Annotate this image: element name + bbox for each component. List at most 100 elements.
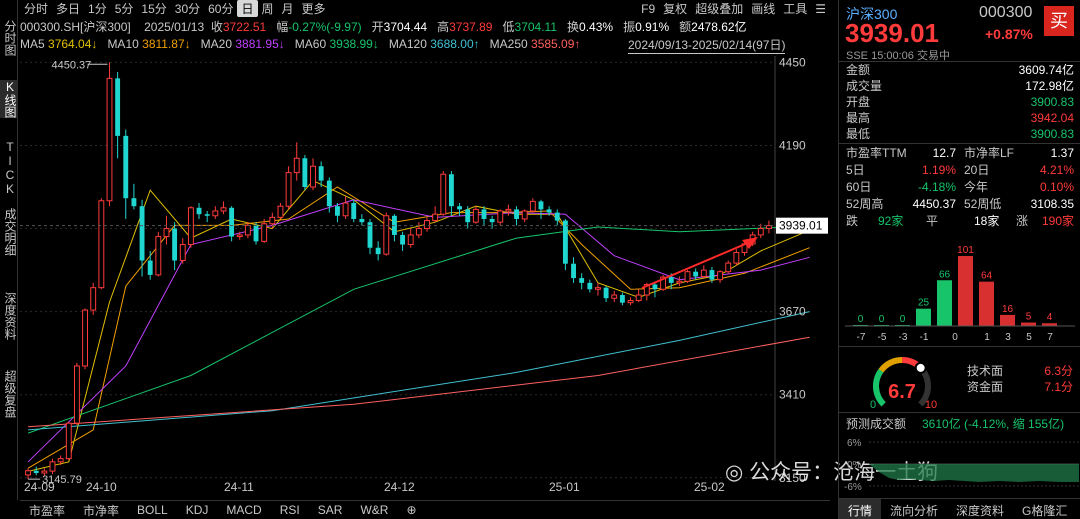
tab-kline[interactable]: K线图	[0, 80, 18, 118]
candle-body-up	[595, 287, 601, 290]
pb-label: 市净率LF	[964, 146, 1015, 160]
change-label: 幅	[276, 20, 289, 34]
tab-trade-detail[interactable]: 成交明细	[0, 208, 18, 256]
candle	[611, 290, 618, 303]
score-value: 6.7	[888, 381, 916, 403]
d60-value: -4.18%	[917, 180, 956, 194]
low-label: 低	[502, 20, 515, 34]
tab-depth-info[interactable]: 深度资料	[0, 292, 18, 340]
dist-x-label: 1	[984, 332, 990, 343]
candle	[212, 206, 219, 219]
period-timeshare[interactable]: 分时	[20, 0, 52, 17]
tab-macd[interactable]: MACD	[217, 503, 270, 517]
candle-body-down	[318, 166, 324, 181]
score-min: 0	[870, 399, 876, 411]
tab-wr[interactable]: W&R	[351, 503, 397, 517]
f9-button[interactable]: F9	[637, 2, 659, 16]
kline-chart[interactable]: 4450419039303670341031503939.01 4450.373…	[20, 56, 830, 486]
gauge-green-segment	[873, 368, 886, 407]
candle-body-up	[635, 294, 642, 301]
candle	[514, 206, 519, 226]
tab-pb[interactable]: 市净率	[74, 502, 128, 519]
ma20-value: 3881.95↓	[235, 37, 285, 51]
candle-body-up	[497, 210, 504, 223]
tab-rsi[interactable]: RSI	[271, 503, 309, 517]
dist-x-label: -1	[920, 332, 929, 343]
period-day[interactable]: 日	[237, 0, 258, 17]
dist-value: 0	[879, 314, 885, 325]
candle-body-up	[293, 157, 300, 174]
period-month[interactable]: 月	[278, 0, 298, 17]
period-30min[interactable]: 30分	[171, 0, 204, 17]
tab-boll[interactable]: BOLL	[128, 503, 177, 517]
d5-value: 1.19%	[921, 163, 956, 177]
d5-label: 5日	[846, 163, 865, 177]
down-label: 跌	[846, 214, 859, 228]
candle-body-down	[229, 207, 235, 237]
overlay-button[interactable]: 超级叠加	[691, 0, 747, 17]
current-price-label: 3939.01	[779, 219, 823, 233]
candle	[391, 214, 397, 242]
buy-button[interactable]: 买	[1044, 6, 1074, 36]
tab-quote[interactable]: 行情	[839, 499, 882, 519]
ma60-label: MA60	[294, 37, 327, 51]
candle-body-up	[220, 207, 227, 212]
candle	[49, 458, 56, 474]
pb-row: 市净率LF 1.37	[964, 145, 1074, 161]
tools-button[interactable]: 工具	[779, 0, 811, 17]
candle-body-down	[131, 198, 137, 207]
tab-timeshare[interactable]: 分时图	[0, 20, 18, 56]
candle-body-down	[489, 218, 495, 223]
dist-bar	[958, 256, 973, 326]
tab-flow[interactable]: 流向分析	[881, 499, 947, 519]
period-60min[interactable]: 60分	[204, 0, 237, 17]
period-5min[interactable]: 5分	[111, 0, 138, 17]
high52-row: 52周高 4450.37	[846, 196, 956, 212]
dist-value: 0	[858, 314, 864, 325]
period-more[interactable]: 更多	[298, 0, 330, 17]
candle-body-down	[196, 207, 202, 215]
period-15min[interactable]: 15分	[137, 0, 170, 17]
ma250-line	[28, 336, 810, 428]
tab-pe[interactable]: 市盈率	[20, 502, 74, 519]
flat-label: 平	[926, 214, 939, 228]
candle	[261, 218, 268, 243]
dist-value: 101	[957, 245, 974, 256]
menu-icon[interactable]: ☰	[811, 2, 830, 16]
adjust-button[interactable]: 复权	[659, 0, 691, 17]
tab-sar[interactable]: SAR	[309, 503, 352, 517]
dist-x-label: -3	[899, 332, 908, 343]
forecast-label: 预测成交额	[846, 417, 907, 431]
period-week[interactable]: 周	[258, 0, 278, 17]
candle	[342, 196, 349, 219]
ma5-label: MA5	[20, 37, 45, 51]
tab-depth[interactable]: 深度资料	[947, 499, 1013, 519]
dist-bar	[937, 280, 952, 326]
forecast-row: 预测成交额 3610亿 (-4.12%, 缩 155亿)	[846, 416, 1074, 432]
draw-line-button[interactable]: 画线	[747, 0, 779, 17]
candle-body-up	[82, 309, 89, 367]
d20-value: 4.21%	[1039, 163, 1074, 177]
dist-value: 0	[900, 314, 906, 325]
period-1min[interactable]: 1分	[84, 0, 111, 17]
dist-value: 4	[1047, 312, 1053, 323]
ma10-label: MA10	[107, 37, 139, 51]
candle-body-up	[676, 280, 683, 284]
y-tick-label: 3410	[779, 388, 806, 402]
candle	[407, 228, 414, 248]
candle-body-down	[351, 202, 357, 219]
add-indicator-icon[interactable]: ⊕	[397, 503, 425, 517]
forecast-chart: 6% 0% -6%	[844, 438, 1079, 493]
date-range-selector[interactable]: 2024/09/13-2025/02/14(97日)	[628, 36, 786, 54]
distribution-chart: 0 0 0 25 66 101 64 16 5 4 -7 -5 -3 -1 0 1 3 5 7	[845, 245, 1075, 343]
tab-super-review[interactable]: 超级复盘	[0, 370, 18, 418]
tab-gelonghui[interactable]: G格隆汇	[1013, 499, 1076, 519]
period-multiday[interactable]: 多日	[52, 0, 84, 17]
candle	[285, 166, 292, 210]
divider	[839, 143, 1080, 144]
candle-body-up	[163, 228, 170, 238]
candle	[448, 171, 454, 216]
row-high: 最高 3942.04	[846, 110, 1074, 126]
tab-tick[interactable]: TICK	[0, 140, 18, 196]
tab-kdj[interactable]: KDJ	[177, 503, 218, 517]
